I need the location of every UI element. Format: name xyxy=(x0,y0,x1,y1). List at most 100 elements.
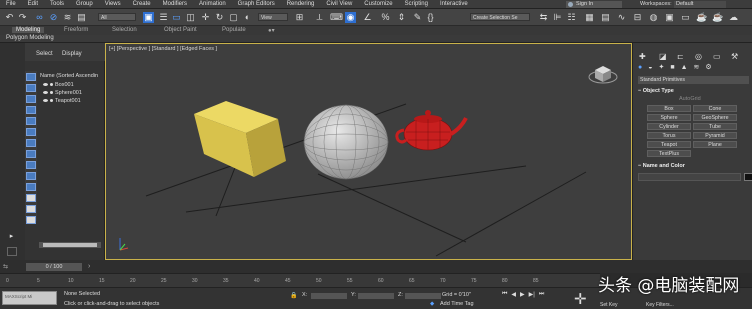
ribbon-tab-object-paint[interactable]: Object Paint xyxy=(164,27,197,33)
scene-column-header[interactable]: Name (Sorted Ascendin xyxy=(40,73,98,79)
curve-editor-icon[interactable]: ∿ xyxy=(616,12,627,23)
scrollbar-thumb[interactable] xyxy=(43,243,97,247)
expand-track-icon[interactable]: ⇆ xyxy=(3,263,8,270)
reference-coordinate-dropdown[interactable]: View xyxy=(258,13,288,21)
display-space-warps-icon[interactable] xyxy=(26,128,36,136)
unlink-icon[interactable]: ⊘ xyxy=(48,12,59,23)
eye-icon[interactable] xyxy=(43,99,48,103)
geosphere-button[interactable]: GeoSphere xyxy=(693,114,737,121)
textplus-button[interactable]: TextPlus xyxy=(647,150,691,157)
cylinder-button[interactable]: Cylinder xyxy=(647,123,691,130)
teapot001-object[interactable] xyxy=(395,110,468,151)
display-tab-icon[interactable]: ▭ xyxy=(713,52,721,61)
bind-icon[interactable]: ▤ xyxy=(76,12,87,23)
link-icon[interactable]: ∞ xyxy=(34,12,45,23)
shapes-icon[interactable]: ◒ xyxy=(648,64,652,71)
menu-views[interactable]: Views xyxy=(105,1,121,7)
lights-icon[interactable]: ✦ xyxy=(658,63,664,71)
display-helpers-icon[interactable] xyxy=(26,117,36,125)
display-none-icon[interactable] xyxy=(26,205,36,213)
x-coordinate-field[interactable] xyxy=(311,293,347,299)
menu-customize[interactable]: Customize xyxy=(364,1,392,7)
select-manipulate-icon[interactable]: ⟂ xyxy=(314,12,325,23)
eye-icon[interactable] xyxy=(43,83,48,87)
ribbon-tab-freeform[interactable]: Freeform xyxy=(64,27,88,33)
menu-tools[interactable]: Tools xyxy=(50,1,64,7)
modify-tab-icon[interactable]: ◪ xyxy=(659,52,667,61)
box-button[interactable]: Box xyxy=(647,105,691,112)
display-groups-icon[interactable] xyxy=(26,139,36,147)
time-tag-icon[interactable]: ◆ xyxy=(430,301,434,307)
layout-tab-button[interactable] xyxy=(7,247,17,256)
object-type-rollout[interactable]: − Object Type xyxy=(638,87,749,95)
go-to-end-icon[interactable]: ⏭ xyxy=(539,291,544,298)
menu-scripting[interactable]: Scripting xyxy=(405,1,428,7)
menu-file[interactable]: File xyxy=(6,1,16,7)
name-and-color-rollout[interactable]: − Name and Color xyxy=(638,162,749,170)
spinner-snap-icon[interactable]: ⇕ xyxy=(396,12,407,23)
toggle-ribbon-icon[interactable]: ▤ xyxy=(600,12,611,23)
display-all-icon[interactable] xyxy=(26,194,36,202)
perspective-viewport[interactable]: [+] [Perspective ] [Standard ] [Edged Fa… xyxy=(105,43,632,260)
y-coordinate-field[interactable] xyxy=(358,293,394,299)
primitive-type-dropdown[interactable]: Standard Primitives xyxy=(638,76,749,84)
snaps-toggle-icon[interactable]: ◉ xyxy=(345,12,356,23)
scene-item-box[interactable]: Box001 xyxy=(43,82,74,88)
play-icon[interactable]: ▶ xyxy=(520,291,525,298)
utilities-tab-icon[interactable]: ⚒ xyxy=(731,52,738,61)
scene-tab-select[interactable]: Select xyxy=(36,51,53,57)
polygon-modeling-label[interactable]: Polygon Modeling xyxy=(6,35,54,41)
space-warps-icon[interactable]: ≋ xyxy=(694,63,700,71)
menu-interactive[interactable]: Interactive xyxy=(440,1,468,7)
teapot-button[interactable]: Teapot xyxy=(647,141,691,148)
menu-graph-editors[interactable]: Graph Editors xyxy=(238,1,275,7)
object-color-swatch[interactable] xyxy=(744,173,752,181)
track-bar[interactable]: 0 5 10 15 20 25 30 35 40 45 50 55 60 65 70 75 80 85 xyxy=(0,273,600,287)
display-frozen-icon[interactable] xyxy=(26,183,36,191)
undo-icon[interactable]: ↶ xyxy=(4,12,15,23)
select-move-icon[interactable]: ✛ xyxy=(200,12,211,23)
z-coordinate-field[interactable] xyxy=(405,293,441,299)
select-by-name-icon[interactable]: ☰ xyxy=(158,12,169,23)
hierarchy-tab-icon[interactable]: ⊏ xyxy=(677,52,684,61)
scene-item-teapot[interactable]: Teapot001 xyxy=(43,98,81,104)
maxscript-listener[interactable]: MAXScript Mi xyxy=(2,291,57,305)
material-editor-icon[interactable]: ◍ xyxy=(648,12,659,23)
display-geometry-icon[interactable] xyxy=(26,73,36,81)
set-key-label[interactable]: Set Key xyxy=(600,302,618,308)
autogrid-checkbox[interactable]: AutoGrid xyxy=(679,96,701,102)
ribbon-options-icon[interactable]: ●▾ xyxy=(268,27,275,34)
geometry-icon[interactable]: ● xyxy=(638,64,642,71)
box001-object[interactable] xyxy=(194,101,286,177)
key-filters-button[interactable]: Key Filters... xyxy=(646,302,674,308)
create-selection-set-dropdown[interactable]: Create Selection Se xyxy=(470,13,530,21)
display-lights-icon[interactable] xyxy=(26,95,36,103)
sphere-button[interactable]: Sphere xyxy=(647,114,691,121)
lock-selection-icon[interactable]: 🔒 xyxy=(290,292,297,299)
motion-tab-icon[interactable]: ◎ xyxy=(695,52,702,61)
edit-named-selection-icon[interactable]: ✎ xyxy=(412,12,423,23)
angle-snap-icon[interactable]: ∠ xyxy=(362,12,373,23)
rectangular-selection-icon[interactable]: ▭ xyxy=(171,12,182,23)
select-rotate-icon[interactable]: ↻ xyxy=(214,12,225,23)
create-tab-icon[interactable]: ✚ xyxy=(639,52,646,61)
window-crossing-icon[interactable]: ◫ xyxy=(185,12,196,23)
schematic-view-icon[interactable]: ⊟ xyxy=(632,12,643,23)
display-bones-icon[interactable] xyxy=(26,161,36,169)
eye-icon[interactable] xyxy=(43,91,48,95)
scene-item-sphere[interactable]: Sphere001 xyxy=(43,90,82,96)
helpers-icon[interactable]: ▲ xyxy=(681,64,688,71)
display-containers-icon[interactable] xyxy=(26,172,36,180)
menu-group[interactable]: Group xyxy=(76,1,93,7)
viewcube[interactable] xyxy=(588,60,618,86)
menu-rendering[interactable]: Rendering xyxy=(287,1,315,7)
render-iterative-icon[interactable]: ☕ xyxy=(712,12,723,23)
menu-edit[interactable]: Edit xyxy=(28,1,38,7)
menu-civil-view[interactable]: Civil View xyxy=(326,1,352,7)
display-cameras-icon[interactable] xyxy=(26,106,36,114)
ribbon-tab-modeling[interactable]: Modeling xyxy=(12,27,45,33)
cone-button[interactable]: Cone xyxy=(693,105,737,112)
set-key-icon[interactable]: ✛ xyxy=(574,290,587,308)
previous-frame-icon[interactable]: ◀ xyxy=(511,291,516,298)
tube-button[interactable]: Tube xyxy=(693,123,737,130)
